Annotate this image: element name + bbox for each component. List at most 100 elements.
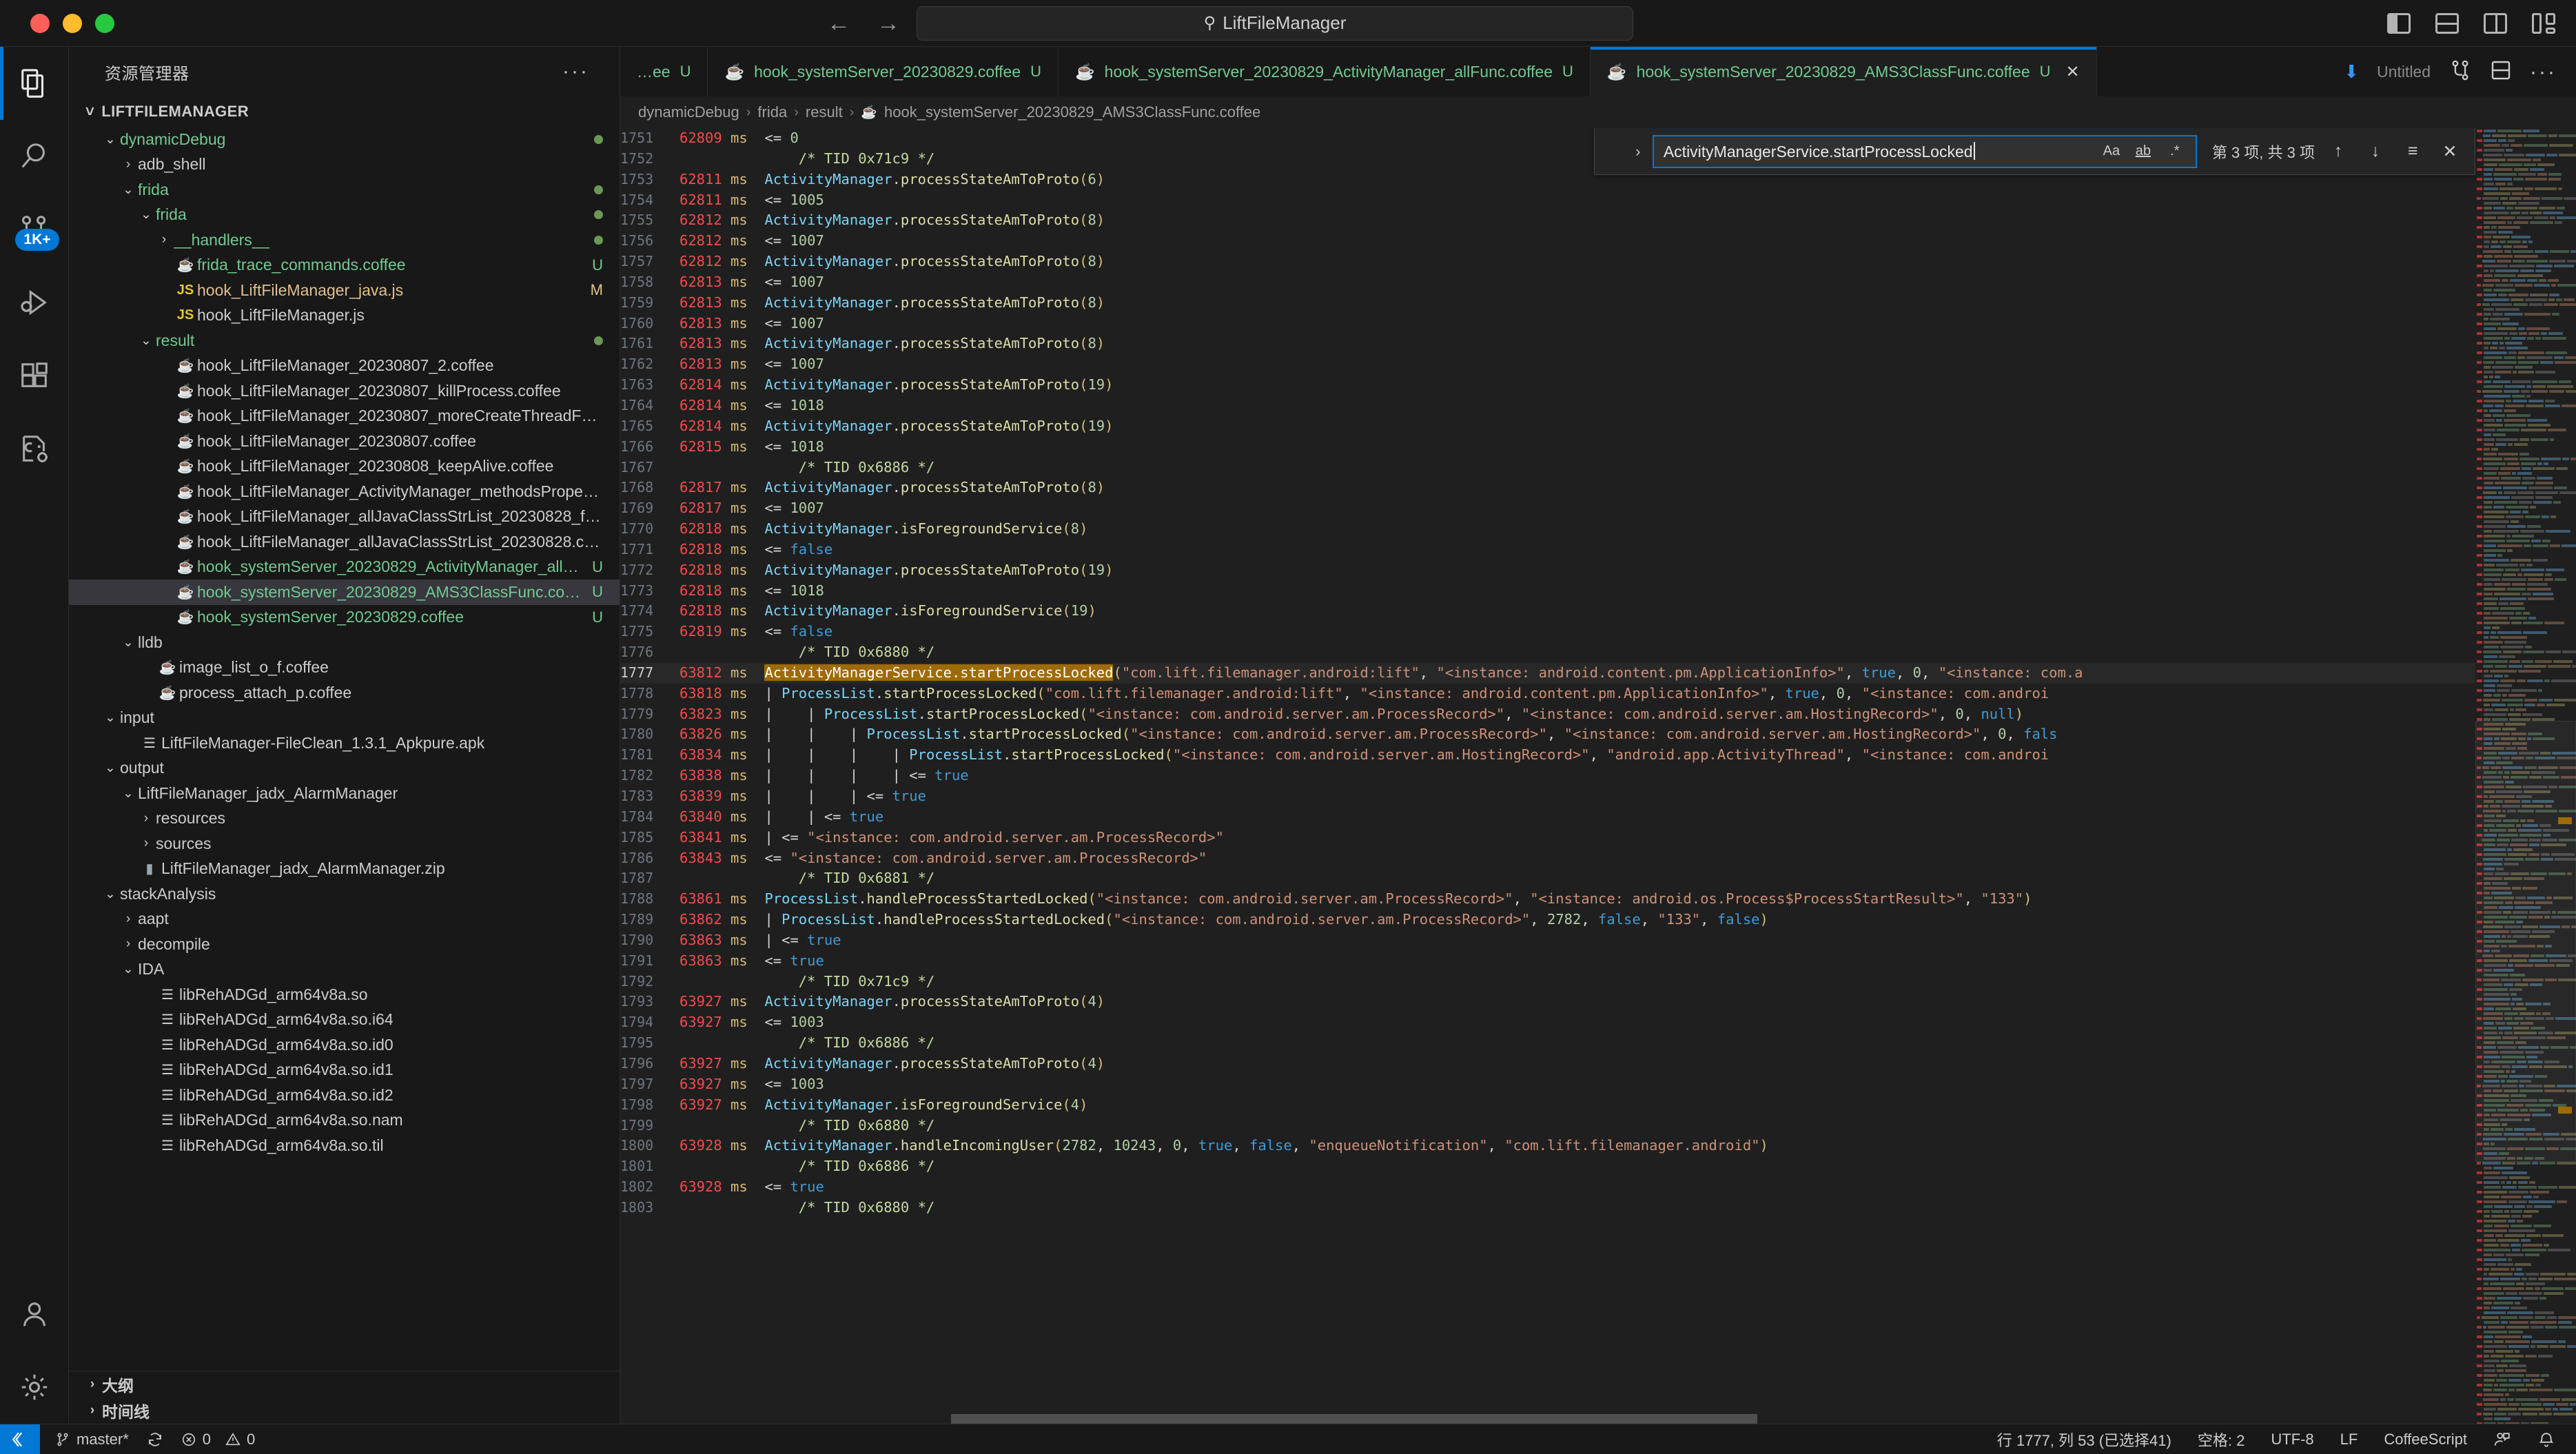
sidebar-section-header[interactable]: › 大纲 [69,1371,620,1397]
find-expand-toggle[interactable]: › [1624,143,1653,161]
status-branch[interactable]: master* [55,1431,129,1448]
code-line[interactable]: 1803 /* TID 0x6880 */ [620,1198,2576,1218]
tree-item[interactable]: ☕ hook_LiftFileManager_allJavaClassStrLis… [69,504,620,530]
code-line[interactable]: 1782 63838 ms | | | | <= true [620,766,2576,786]
code-line[interactable]: 1757 62812 ms ActivityManager.processStat… [620,252,2576,272]
activity-item-source-control[interactable]: 1K+ [0,193,69,266]
code-line[interactable]: 1758 62813 ms <= 1007 [620,272,2576,293]
tree-item[interactable]: ⌄ LiftFileManager_jadx_AlarmManager [69,781,620,806]
toggle-secondary-sidebar-icon[interactable] [2484,12,2507,34]
toggle-panel-icon[interactable] [2435,12,2459,34]
chevron-right-icon[interactable]: › [119,936,138,952]
tree-item[interactable]: ⌄ result [69,328,620,354]
close-icon[interactable]: ✕ [2066,62,2080,82]
activity-item-run-and-debug[interactable] [0,266,69,339]
code-line[interactable]: 1800 63928 ms ActivityManager.handleIncom… [620,1136,2576,1156]
chevron-down-icon[interactable]: ⌄ [136,207,156,223]
toggle-primary-sidebar-icon[interactable] [2387,12,2411,34]
code-line[interactable]: 1769 62817 ms <= 1007 [620,498,2576,519]
tree-item[interactable]: ⌄ IDA [69,957,620,983]
minimize-window-button[interactable] [63,13,82,33]
tree-item[interactable]: ☰ libRehADGd_arm64v8a.so [69,982,620,1007]
code-line[interactable]: 1770 62818 ms ActivityManager.isForegroun… [620,519,2576,540]
tree-item[interactable]: › __handlers__ [69,227,620,253]
code-line[interactable]: 1795 /* TID 0x6886 */ [620,1033,2576,1054]
code-line[interactable]: 1765 62814 ms ActivityManager.processStat… [620,416,2576,437]
tree-item[interactable]: ▮ LiftFileManager_jadx_AlarmManager.zip [69,857,620,882]
breadcrumb-item-0[interactable]: dynamicDebug [638,103,739,121]
tree-item[interactable]: ☕ frida_trace_commands.coffee U [69,253,620,278]
tree-item[interactable]: ☕ image_list_o_f.coffee [69,655,620,681]
tree-item[interactable]: ☰ libRehADGd_arm64v8a.so.nam [69,1108,620,1134]
status-problems[interactable]: 0 0 [181,1431,255,1448]
forward-arrow-icon[interactable]: → [877,12,900,35]
close-icon[interactable]: ✕ [2439,141,2461,162]
match-case-icon[interactable]: Aa [2100,141,2123,163]
untitled-label[interactable]: Untitled [2377,63,2431,81]
chevron-down-icon[interactable]: ⌄ [119,961,138,977]
editor-layout-icon[interactable] [2490,60,2512,84]
chevron-down-icon[interactable]: ⌄ [119,786,138,801]
tree-item[interactable]: ☕ hook_LiftFileManager_20230807_2.coffee [69,354,620,379]
code-line[interactable]: 1767 /* TID 0x6886 */ [620,458,2576,478]
tree-item[interactable]: › resources [69,806,620,832]
chevron-down-icon[interactable]: ⌄ [119,635,138,651]
find-input-wrapper[interactable]: ActivityManagerService.startProcessLocke… [1652,134,2197,168]
code-line[interactable]: 1766 62815 ms <= 1018 [620,437,2576,458]
feedback-icon[interactable] [2493,1431,2511,1448]
activity-item-accounts[interactable] [0,1278,69,1351]
activity-item-explorer[interactable] [0,47,69,120]
code-line[interactable]: 1784 63840 ms | | <= true [620,807,2576,828]
explorer-root-section[interactable]: ˅ LIFTFILEMANAGER [69,96,620,127]
status-encoding[interactable]: UTF-8 [2271,1431,2313,1448]
navigation-arrows[interactable]: ← → [827,12,900,35]
tree-item[interactable]: ⌄ dynamicDebug [69,127,620,152]
tree-item[interactable]: ☰ LiftFileManager-FileClean_1.3.1_Apkpure… [69,730,620,756]
activity-item-cpp-config[interactable] [0,412,69,485]
tree-item[interactable]: › sources [69,831,620,857]
status-eol[interactable]: LF [2340,1431,2358,1448]
tree-item[interactable]: › aapt [69,907,620,932]
chevron-down-icon[interactable]: ⌄ [101,886,120,902]
chevron-down-icon[interactable]: ⌄ [101,760,120,776]
chevron-right-icon[interactable]: › [154,232,174,247]
tree-item[interactable]: ☕ hook_LiftFileManager_20230807.coffee [69,429,620,454]
chevron-down-icon[interactable]: ⌄ [136,333,156,349]
code-line[interactable]: 1789 63862 ms | ProcessList.handleProcess… [620,910,2576,930]
tree-item[interactable]: ☰ libRehADGd_arm64v8a.so.id1 [69,1058,620,1083]
code-line[interactable]: 1797 63927 ms <= 1003 [620,1074,2576,1095]
code-line[interactable]: 1785 63841 ms | <= "<instance: com.androi… [620,828,2576,848]
code-line[interactable]: 1762 62813 ms <= 1007 [620,354,2576,375]
code-line[interactable]: 1775 62819 ms <= false [620,622,2576,642]
tree-item[interactable]: › adb_shell [69,152,620,178]
code-line[interactable]: 1759 62813 ms ActivityManager.processStat… [620,293,2576,314]
chevron-right-icon[interactable]: › [136,811,156,826]
activity-item-search[interactable] [0,120,69,193]
chevron-right-icon[interactable]: › [136,836,156,851]
chevron-down-icon[interactable]: ⌄ [119,182,138,198]
split-editor-icon[interactable] [2449,59,2472,85]
code-line[interactable]: 1798 63927 ms ActivityManager.isForegroun… [620,1095,2576,1116]
code-line[interactable]: 1787 /* TID 0x6881 */ [620,868,2576,889]
tree-item[interactable]: ⌄ output [69,756,620,781]
code-line[interactable]: 1780 63826 ms | | | ProcessList.startProc… [620,724,2576,745]
chevron-down-icon[interactable]: ⌄ [101,710,120,726]
tree-item[interactable]: ☕ hook_systemServer_20230829_AMS3ClassFun… [69,580,620,605]
code-line[interactable]: 1777 63812 ms ActivityManagerService.star… [620,662,2576,684]
tree-item[interactable]: ⌄ frida [69,177,620,203]
arrow-up-icon[interactable]: ↑ [2327,141,2349,161]
chevron-right-icon[interactable]: › [119,912,138,927]
breadcrumb-item-1[interactable]: frida [757,103,787,121]
code-line[interactable]: 1802 63928 ms <= true [620,1177,2576,1198]
code-line[interactable]: 1783 63839 ms | | | <= true [620,786,2576,807]
back-arrow-icon[interactable]: ← [827,12,850,35]
chevron-down-icon[interactable]: ⌄ [101,132,120,147]
code-line[interactable]: 1760 62813 ms <= 1007 [620,314,2576,334]
find-input[interactable]: ActivityManagerService.startProcessLocke… [1664,141,2100,161]
tree-item[interactable]: ⌄ input [69,706,620,731]
tree-item[interactable]: ☕ hook_systemServer_20230829.coffee U [69,605,620,631]
tree-item[interactable]: ⌄ stackAnalysis [69,881,620,907]
remote-window-indicator[interactable] [0,1424,40,1454]
editor-tab-0[interactable]: …ee U [620,47,708,96]
tree-item[interactable]: ☰ libRehADGd_arm64v8a.so.i64 [69,1007,620,1033]
